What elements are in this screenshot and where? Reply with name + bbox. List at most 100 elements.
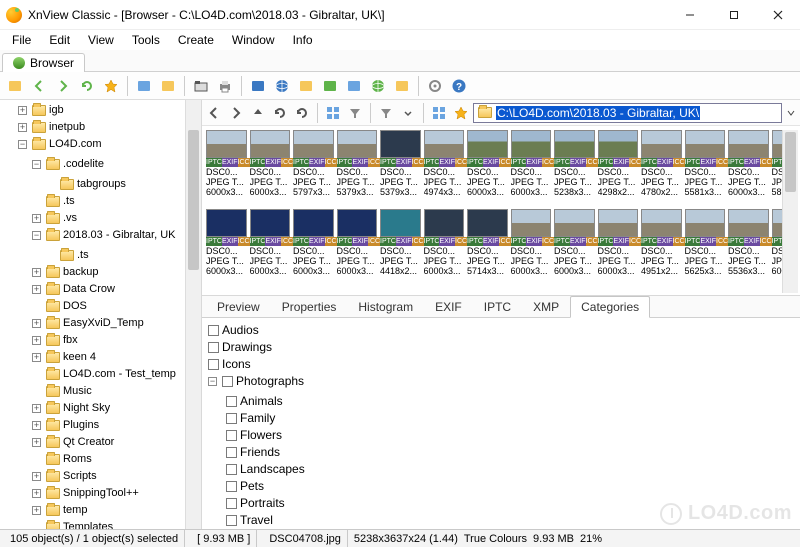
maximize-button[interactable] bbox=[712, 0, 756, 29]
collapse-icon[interactable]: − bbox=[32, 231, 41, 240]
category-item[interactable]: Drawings bbox=[208, 339, 794, 356]
thumbnail-item[interactable]: IPTCEXIFICCDSC0...JPEG T...6000x3... bbox=[206, 130, 247, 197]
expand-icon[interactable]: + bbox=[32, 421, 41, 430]
thumbnail-item[interactable]: IPTCEXIFICCDSC0...JPEG T...5379x3... bbox=[380, 130, 421, 197]
filter-icon[interactable] bbox=[376, 103, 396, 123]
checkbox[interactable] bbox=[208, 325, 219, 336]
tree-node[interactable]: −LO4D.com−.codelitetabgroups.ts+.vs−2018… bbox=[18, 136, 185, 529]
view-icon[interactable] bbox=[323, 103, 343, 123]
thumbnail-item[interactable]: IPTCEXIFICCDSC0...JPEG T...6000x3... bbox=[424, 209, 465, 276]
category-item[interactable]: Icons bbox=[208, 356, 794, 373]
cut-icon[interactable] bbox=[133, 75, 155, 97]
tree-node[interactable]: +keen 4 bbox=[32, 349, 185, 366]
expand-icon[interactable]: + bbox=[32, 285, 41, 294]
category-item[interactable]: Audios bbox=[208, 322, 794, 339]
checkbox[interactable] bbox=[208, 342, 219, 353]
thumbnail-item[interactable]: IPTCEXIFICCDSC0...JPEG T...6000x3... bbox=[250, 209, 291, 276]
category-item[interactable]: Animals bbox=[226, 393, 794, 410]
video-icon[interactable] bbox=[319, 75, 341, 97]
tree-node[interactable]: +fbx bbox=[32, 332, 185, 349]
tree-node[interactable]: .ts bbox=[32, 193, 185, 210]
tab-preview[interactable]: Preview bbox=[206, 296, 271, 318]
category-item[interactable]: Travel bbox=[226, 512, 794, 529]
checkbox[interactable] bbox=[226, 447, 237, 458]
help-icon[interactable]: ? bbox=[448, 75, 470, 97]
thumbnail-item[interactable]: IPTCEXIFICCDSC0...JPEG T...6000x3... bbox=[206, 209, 247, 276]
category-item[interactable]: Family bbox=[226, 410, 794, 427]
category-item[interactable]: −PhotographsAnimalsFamilyFlowersFriendsL… bbox=[208, 373, 794, 529]
menu-window[interactable]: Window bbox=[224, 31, 283, 49]
menu-view[interactable]: View bbox=[80, 31, 122, 49]
menu-info[interactable]: Info bbox=[285, 31, 321, 49]
checkbox[interactable] bbox=[226, 413, 237, 424]
thumbnail-item[interactable]: IPTCEXIFICCDSC0...JPEG T...5379x3... bbox=[337, 130, 378, 197]
checkbox[interactable] bbox=[208, 359, 219, 370]
thumbnail-item[interactable]: IPTCEXIFICCDSC0...JPEG T...4780x2... bbox=[641, 130, 682, 197]
expand-icon[interactable]: + bbox=[32, 336, 41, 345]
dropdown-icon[interactable] bbox=[398, 103, 418, 123]
collapse-icon[interactable]: − bbox=[208, 377, 217, 386]
path-field[interactable]: C:\LO4D.com\2018.03 - Gibraltar, UK\ bbox=[473, 103, 782, 123]
thumbnail-item[interactable]: IPTCEXIFICCDSC0...JPEG T...6000x3... bbox=[250, 130, 291, 197]
expand-icon[interactable]: + bbox=[32, 319, 41, 328]
category-item[interactable]: Flowers bbox=[226, 427, 794, 444]
print-icon[interactable] bbox=[214, 75, 236, 97]
scrollbar-thumb[interactable] bbox=[785, 132, 796, 192]
web-icon[interactable] bbox=[271, 75, 293, 97]
collapse-icon[interactable]: − bbox=[18, 140, 27, 149]
up-icon[interactable] bbox=[248, 103, 268, 123]
copy-icon[interactable] bbox=[157, 75, 179, 97]
tab-categories[interactable]: Categories bbox=[570, 296, 650, 318]
undo-icon[interactable] bbox=[270, 103, 290, 123]
tab-histogram[interactable]: Histogram bbox=[347, 296, 424, 318]
thumbnail-item[interactable]: IPTCEXIFICCDSC0...JPEG T...6000x3... bbox=[554, 209, 595, 276]
thumbnail-item[interactable]: IPTCEXIFICCDSC0...JPEG T...5536x3... bbox=[728, 209, 769, 276]
tab-browser[interactable]: Browser bbox=[2, 53, 85, 72]
forward-icon[interactable] bbox=[52, 75, 74, 97]
tree-node[interactable]: +EasyXviD_Temp bbox=[32, 315, 185, 332]
expand-icon[interactable]: + bbox=[32, 438, 41, 447]
tree-node[interactable]: Templates bbox=[32, 519, 185, 529]
menu-create[interactable]: Create bbox=[170, 31, 222, 49]
tree-node[interactable]: tabgroups bbox=[46, 176, 185, 193]
redo-icon[interactable] bbox=[292, 103, 312, 123]
forward-icon[interactable] bbox=[226, 103, 246, 123]
thumbs-scrollbar[interactable] bbox=[782, 130, 798, 293]
tree-scrollbar[interactable] bbox=[185, 100, 201, 529]
thumbnail-item[interactable]: IPTCEXIFICCDSC0...JPEG T...6000x3... bbox=[511, 209, 552, 276]
tree-node[interactable]: DOS bbox=[32, 298, 185, 315]
tab-iptc[interactable]: IPTC bbox=[473, 296, 522, 318]
thumbnail-item[interactable]: IPTCEXIFICCDSC0...JPEG T...5625x3... bbox=[685, 209, 726, 276]
collapse-icon[interactable]: − bbox=[32, 160, 41, 169]
folder-tree[interactable]: +igb+inetpub−LO4D.com−.codelitetabgroups… bbox=[0, 100, 185, 529]
thumbnail-item[interactable]: IPTCEXIFICCDSC0...JPEG T...5714x3... bbox=[467, 209, 508, 276]
expand-icon[interactable]: + bbox=[18, 123, 27, 132]
checkbox[interactable] bbox=[226, 498, 237, 509]
menu-edit[interactable]: Edit bbox=[41, 31, 78, 49]
favorites-icon[interactable] bbox=[100, 75, 122, 97]
expand-icon[interactable]: + bbox=[32, 214, 41, 223]
open-icon[interactable] bbox=[4, 75, 26, 97]
tree-node[interactable]: +SnippingTool++ bbox=[32, 485, 185, 502]
expand-icon[interactable]: + bbox=[32, 472, 41, 481]
star-icon[interactable] bbox=[451, 103, 471, 123]
tree-node[interactable]: +Night Sky bbox=[32, 400, 185, 417]
thumbnail-item[interactable]: IPTCEXIFICCDSC0...JPEG T...5879x3... bbox=[772, 130, 783, 197]
checkbox[interactable] bbox=[226, 464, 237, 475]
tree-node[interactable]: +Qt Creator bbox=[32, 434, 185, 451]
path-dropdown-button[interactable] bbox=[784, 109, 798, 117]
tree-node[interactable]: Music bbox=[32, 383, 185, 400]
tree-node[interactable]: +Data Crow bbox=[32, 281, 185, 298]
tree-node[interactable]: +.vs bbox=[32, 210, 185, 227]
tab-properties[interactable]: Properties bbox=[271, 296, 348, 318]
thumbnail-item[interactable]: IPTCEXIFICCDSC0...JPEG T...4298x2... bbox=[598, 130, 639, 197]
slideshow-icon[interactable] bbox=[247, 75, 269, 97]
thumbnail-item[interactable]: IPTCEXIFICCDSC0...JPEG T...5238x3... bbox=[554, 130, 595, 197]
close-button[interactable] bbox=[756, 0, 800, 29]
back-icon[interactable] bbox=[204, 103, 224, 123]
thumbnail-item[interactable]: IPTCEXIFICCDSC0...JPEG T...4951x2... bbox=[641, 209, 682, 276]
tree-node[interactable]: Roms bbox=[32, 451, 185, 468]
expand-icon[interactable]: + bbox=[18, 106, 27, 115]
thumbnail-item[interactable]: IPTCEXIFICCDSC0...JPEG T...6000x3... bbox=[511, 130, 552, 197]
checkbox[interactable] bbox=[226, 515, 237, 526]
